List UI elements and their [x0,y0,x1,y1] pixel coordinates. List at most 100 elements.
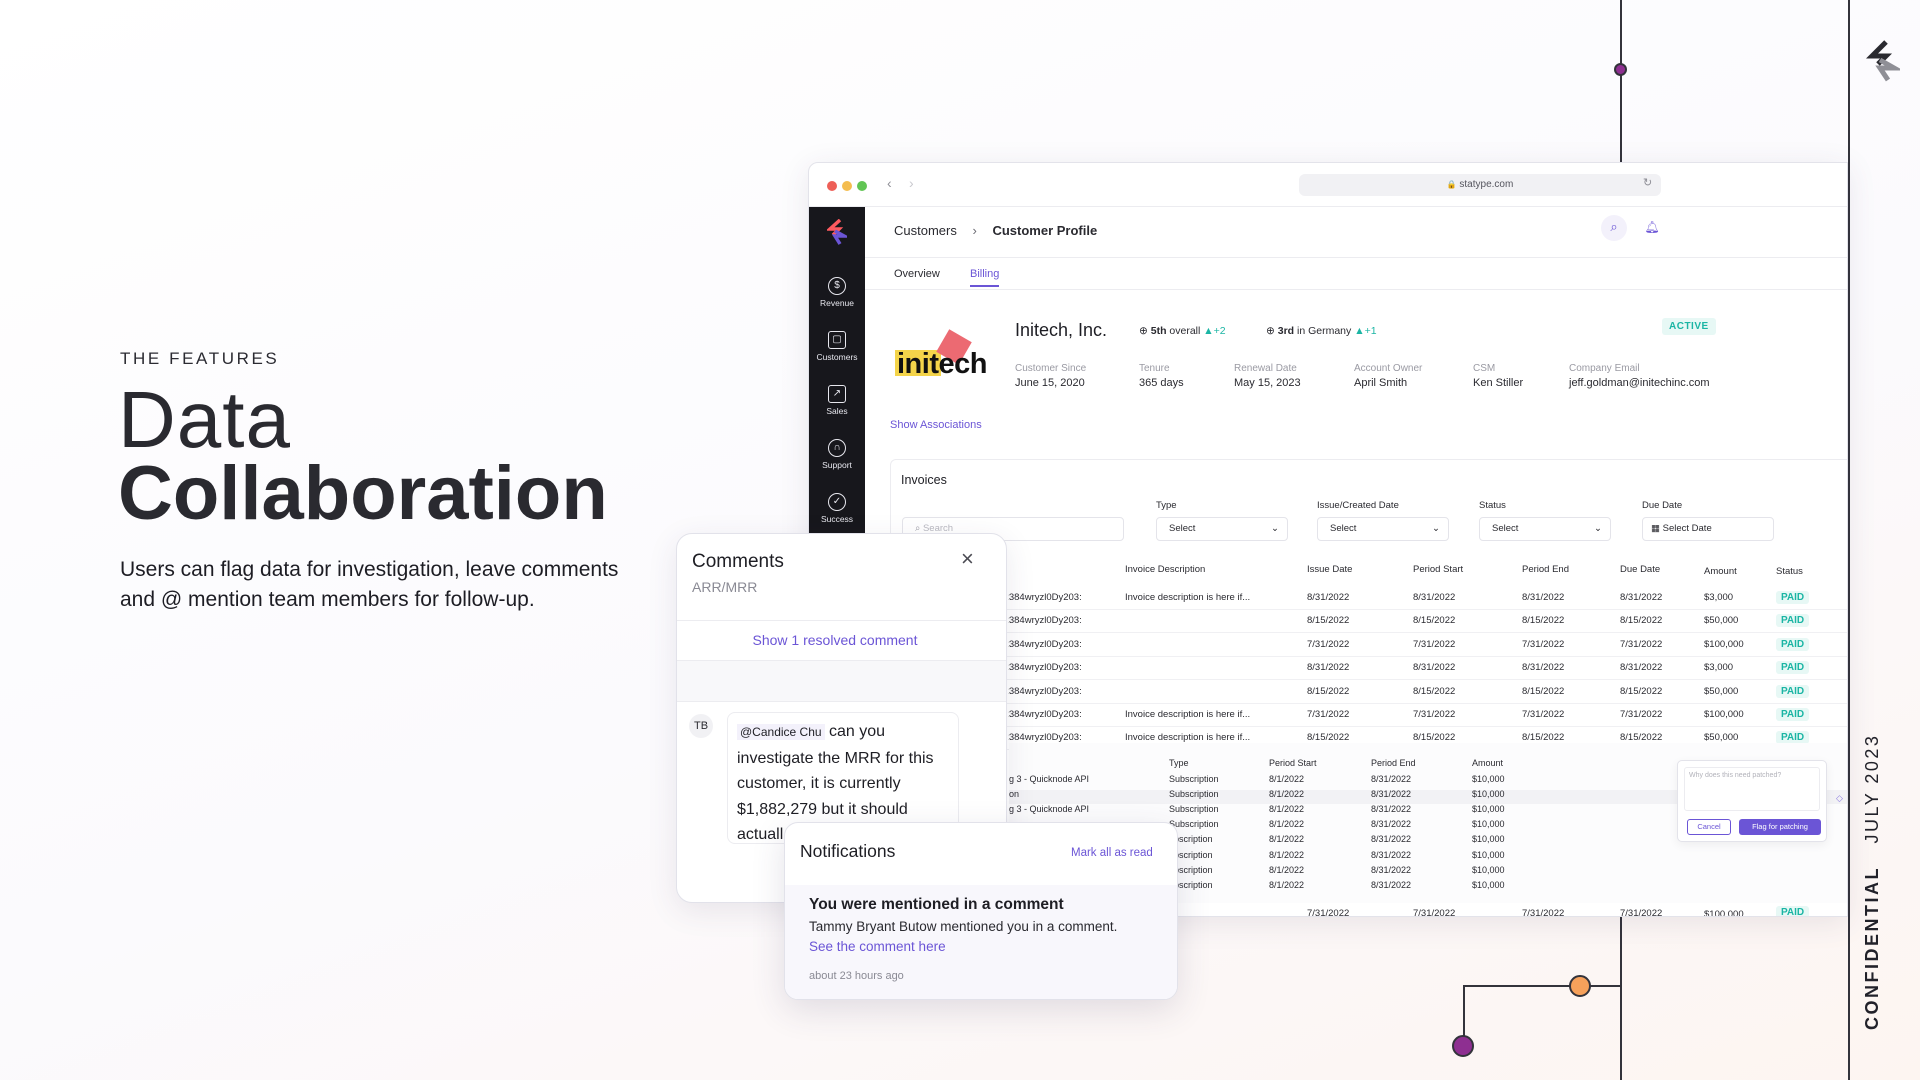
table-cell-start: 8/15/2022 [1413,732,1456,744]
table-cell-due: 8/15/2022 [1620,615,1663,627]
sidebar-item-support[interactable]: ∩ Support [809,439,865,470]
customer-field: Customer Since June 15, 2020 [1015,363,1086,389]
right-rail-divider [1848,0,1850,1080]
notification-title: You were mentioned in a comment [809,896,1064,913]
notifications-card: Notifications Mark all as read You were … [784,822,1178,1000]
table-cell-end: 7/31/2022 [1522,709,1565,720]
chart-icon: ↗ [828,385,846,403]
filter-status-select[interactable]: Select ⌄ [1479,517,1611,541]
select-value: Select [1169,523,1196,534]
close-icon[interactable]: × [961,546,974,572]
flag-for-patching-button[interactable]: Flag for patching [1739,819,1821,835]
mark-all-read-link[interactable]: Mark all as read [1071,847,1153,859]
title-light: Data [118,375,291,464]
sidebar-item-success[interactable]: ✓ Success [809,493,865,524]
last-row-end: 7/31/2022 [1522,908,1565,917]
connector-line [1620,0,1622,162]
avatar: TB [689,714,713,738]
field-value: May 15, 2023 [1234,377,1301,389]
customer-field: Company Email jeff.goldman@initechinc.com [1569,363,1710,389]
cancel-button[interactable]: Cancel [1687,819,1731,835]
minimize-dot-icon[interactable] [842,181,852,191]
chevron-down-icon: ⌄ [1432,523,1440,534]
col-period-start: Period Start [1413,564,1464,575]
table-cell-start: 8/31/2022 [1413,662,1456,674]
table-cell-due: 8/15/2022 [1620,685,1663,697]
search-icon[interactable]: ⌕ [1601,215,1627,241]
last-row-start: 7/31/2022 [1413,908,1456,917]
last-row-issue: 7/31/2022 [1307,908,1350,917]
check-icon: ✓ [828,493,846,511]
customer-field: Renewal Date May 15, 2023 [1234,363,1301,389]
sub-cell-end: 8/31/2022 [1371,849,1412,860]
close-dot-icon[interactable] [827,181,837,191]
date-label: JULY 2023 [1862,733,1882,844]
sidebar-item-label: Support [822,460,852,470]
mention[interactable]: @Candice Chu [737,724,825,740]
table-cell-amount: $50,000 [1704,685,1739,697]
table-cell-amount: $3,000 [1704,662,1734,674]
eyebrow: THE FEATURES [120,349,280,368]
tab-overview[interactable]: Overview [894,268,940,280]
flag-reason-input[interactable]: Why does this need patched? [1684,767,1820,811]
url-text: statype.com [1459,179,1514,190]
company-logo-text: initech [897,348,987,380]
filter-type-select[interactable]: Select ⌄ [1156,517,1288,541]
sidebar-item-revenue[interactable]: $ Revenue [809,277,865,308]
tab-billing[interactable]: Billing [970,268,1000,287]
comments-divider [677,620,1006,621]
sub-cell-amount: $10,000 [1472,849,1505,860]
sidebar-item-customers[interactable]: ▢ Customers [809,331,865,362]
forward-icon[interactable]: › [909,175,914,191]
sub-cell-start: 8/1/2022 [1269,834,1305,845]
table-cell-start: 8/15/2022 [1413,685,1456,697]
customers-icon: ▢ [828,331,846,349]
table-cell-id: :R384wryzl0Dy203 [1002,709,1082,720]
filter-issue-date-select[interactable]: Select ⌄ [1317,517,1449,541]
status-badge: PAID [1776,637,1810,651]
body-copy: Users can flag data for investigation, l… [120,558,619,611]
up-arrow-icon: ▲ [1203,325,1214,337]
filter-due-date-select[interactable]: ▦ Select Date [1642,517,1774,541]
sub-cell-start: 8/1/2022 [1269,819,1305,830]
sub-cell-amount: $10,000 [1472,789,1505,800]
field-label: Account Owner [1354,363,1423,374]
sub-cell-end: 8/31/2022 [1371,864,1412,875]
status-badge: PAID [1776,661,1810,675]
table-cell-desc: Invoice description is here if... [1125,732,1251,744]
field-label: Renewal Date [1234,363,1297,374]
table-cell-end: 7/31/2022 [1522,638,1565,650]
back-icon[interactable]: ‹ [887,175,892,191]
sub-cell-amount: $10,000 [1472,879,1505,890]
notification-link[interactable]: See the comment here [809,939,946,954]
chevron-down-icon: ⌄ [1594,523,1602,534]
show-associations-link[interactable]: Show Associations [890,419,982,431]
filter-label-type: Type [1156,500,1177,511]
bell-icon[interactable]: 🔔︎ [1639,215,1665,241]
table-cell-id: :R384wryzl0Dy203 [1002,685,1082,697]
sub-cell-name: g 3 - Quicknode API [1009,804,1090,815]
field-label: CSM [1473,363,1496,374]
show-resolved-link[interactable]: Show 1 resolved comment [677,632,993,648]
url-bar[interactable]: 🔒 statype.com [1299,174,1661,196]
rank-overall-value: 5th [1150,325,1167,337]
flag-diamond-icon[interactable]: ◇ [1836,793,1843,804]
sidebar-item-sales[interactable]: ↗ Sales [809,385,865,416]
table-cell-end: 8/15/2022 [1522,615,1565,627]
invoices-title: Invoices [901,473,947,487]
rank-country: ⊕ 3rd in Germany ▲+1 [1266,325,1377,337]
table-cell-due: 7/31/2022 [1620,709,1663,720]
sub-col-type: Type [1169,758,1189,768]
table-cell-issue: 8/15/2022 [1307,732,1350,744]
table-cell-start: 8/31/2022 [1413,592,1456,603]
app-logo-icon[interactable] [825,218,851,245]
table-row-divider [1002,702,1847,704]
reload-icon[interactable]: ↻ [1643,176,1652,189]
sub-cell-amount: $10,000 [1472,774,1505,784]
sub-col-amount: Amount [1472,758,1504,768]
maximize-dot-icon[interactable] [857,181,867,191]
sub-cell-start: 8/1/2022 [1269,804,1305,815]
breadcrumb-customers[interactable]: Customers [894,223,957,238]
flag-reason-placeholder: Why does this need patched? [1689,772,1782,779]
confidential-label: CONFIDENTIAL [1862,866,1882,1030]
